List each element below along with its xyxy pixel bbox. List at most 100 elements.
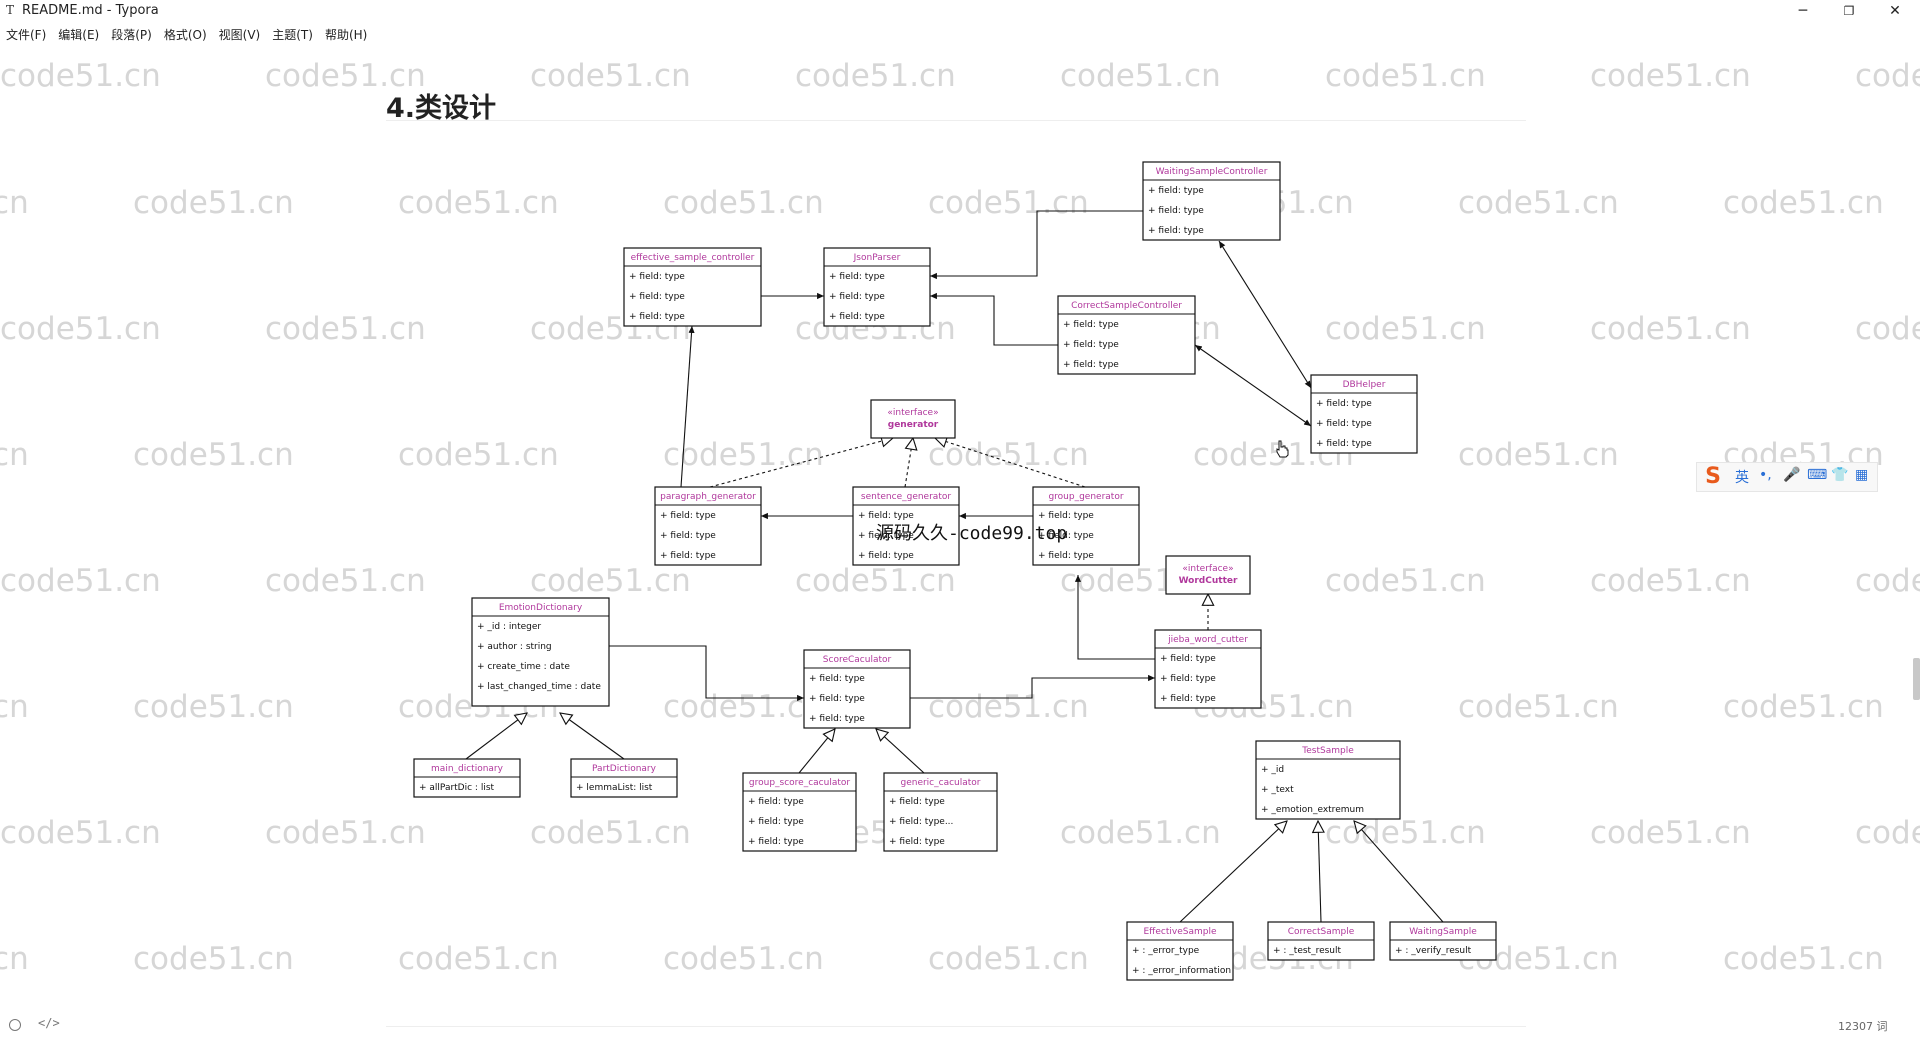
uml-nodes: WaitingSampleController + field: type + fi…: [413, 161, 1497, 981]
uml-class-field: + field: type: [889, 837, 945, 847]
uml-class-field: + field: type: [809, 674, 865, 684]
uml-class-field: + field: type: [1063, 360, 1119, 370]
ime-language-toggle[interactable]: 英: [1735, 467, 1749, 487]
uml-class-field: + field: type: [660, 551, 716, 561]
uml-class-jieba: jieba_word_cutter + field: type + field: t…: [1154, 629, 1262, 709]
uml-class-name: WaitingSample: [1409, 927, 1477, 937]
uml-association-edge: [1218, 240, 1312, 389]
uml-class-name: CorrectSample: [1288, 927, 1355, 937]
uml-class-field: + : _test_result: [1273, 946, 1342, 956]
hand-cursor-icon: [1276, 440, 1289, 458]
uml-class-name: generic_caculator: [900, 778, 980, 788]
uml-interface-generator: «interface» generator: [870, 399, 956, 439]
uml-class-field: + field: type...: [889, 817, 953, 827]
ime-skin-icon[interactable]: 👕: [1831, 467, 1848, 483]
uml-class-field: + _emotion_extremum: [1261, 805, 1364, 815]
uml-class-field: + field: type: [629, 292, 685, 302]
uml-class-name: WaitingSampleController: [1156, 167, 1268, 177]
uml-class-name: EffectiveSample: [1143, 927, 1216, 937]
uml-class-field: + _id: [1261, 765, 1284, 775]
uml-class-name: JsonParser: [853, 253, 901, 263]
uml-class-field: + field: type: [829, 272, 885, 282]
outline-toggle-icon[interactable]: [9, 1019, 21, 1031]
uml-class-correct-ctrl: CorrectSampleController + field: type + fi…: [1057, 295, 1196, 375]
uml-class-emotion-dict: EmotionDictionary + _id : integer + author…: [471, 597, 610, 707]
uml-class-waiting-ctrl: WaitingSampleController + field: type + fi…: [1142, 161, 1281, 241]
uml-association-edge: [609, 645, 804, 702]
ime-toolbox-icon[interactable]: ▦: [1855, 467, 1868, 483]
uml-class-json-parser: JsonParser + field: type + field: type + fi…: [823, 247, 931, 327]
uml-inheritance-edge: [904, 438, 913, 488]
uml-class-name: EmotionDictionary: [499, 603, 583, 613]
uml-class-score-calc: ScoreCaculator + field: type + field: type…: [803, 649, 911, 729]
uml-class-field: + field: type: [1148, 206, 1204, 216]
uml-interface-box: [870, 399, 956, 439]
uml-inheritance-edge: [876, 729, 925, 774]
uml-class-field: + create_time : date: [477, 662, 570, 672]
uml-class-name: DBHelper: [1343, 380, 1386, 390]
uml-class-field: + : _verify_result: [1395, 946, 1472, 956]
uml-class-field: + field: type: [660, 511, 716, 521]
uml-association-edge: [1074, 575, 1155, 660]
uml-inheritance-edge: [465, 713, 527, 760]
uml-class-name: CorrectSampleController: [1071, 301, 1182, 311]
uml-class-field: + field: type: [748, 837, 804, 847]
uml-association-edge: [930, 292, 1058, 346]
uml-class-field: + _id : integer: [477, 622, 541, 632]
uml-class-generic-calc: generic_caculator + field: type + field: t…: [883, 772, 998, 852]
ime-punctuation-icon[interactable]: •,: [1759, 467, 1772, 483]
uml-class-name: group_score_caculator: [749, 778, 850, 788]
uml-class-waiting-sample: WaitingSample + : _verify_result: [1389, 921, 1497, 961]
uml-class-name: effective_sample_controller: [631, 253, 755, 263]
uml-class-test-sample: TestSample + _id + _text + _emotion_extremu…: [1255, 740, 1401, 820]
uml-interface-box: [1165, 555, 1251, 595]
uml-class-field: + field: type: [748, 817, 804, 827]
uml-association-edge: [910, 674, 1155, 699]
uml-association-edge: [930, 210, 1143, 280]
uml-interface-stereotype: «interface»: [887, 408, 938, 418]
sogou-logo-icon[interactable]: S: [1699, 465, 1727, 489]
scrollbar-thumb[interactable]: [1913, 658, 1920, 700]
word-count[interactable]: 12307 词: [1838, 1018, 1888, 1034]
ime-keyboard-icon[interactable]: ⌨: [1807, 467, 1827, 483]
uml-class-name: TestSample: [1301, 746, 1354, 756]
uml-class-field: + field: type: [629, 272, 685, 282]
uml-class-field: + field: type: [1063, 320, 1119, 330]
uml-interface-name: generator: [888, 420, 939, 430]
uml-inheritance-edge: [709, 438, 893, 488]
ime-toolbar: S 英 •, 🎤 ⌨ 👕 ▦: [1696, 462, 1878, 492]
uml-class-field: + lemmaList: list: [576, 783, 653, 793]
uml-class-field: + field: type: [809, 714, 865, 724]
uml-class-name: main_dictionary: [431, 764, 504, 774]
uml-class-part-dict: PartDictionary + lemmaList: list: [570, 758, 678, 798]
uml-inheritance-edge: [1318, 821, 1321, 923]
uml-class-field: + field: type: [809, 694, 865, 704]
uml-class-field: + field: type: [1160, 694, 1216, 704]
uml-class-name: ScoreCaculator: [823, 655, 892, 665]
source-mode-toggle[interactable]: </>: [38, 1016, 60, 1030]
uml-class-field: + field: type: [1148, 186, 1204, 196]
uml-interface-stereotype: «interface»: [1182, 564, 1233, 574]
uml-class-field: + field: type: [858, 551, 914, 561]
uml-inheritance-edge: [798, 729, 835, 774]
uml-class-field: + _text: [1261, 785, 1294, 795]
uml-class-db-helper: DBHelper + field: type + field: type + fiel…: [1310, 374, 1418, 454]
uml-class-field: + field: type: [1316, 419, 1372, 429]
uml-class-field: + author : string: [477, 642, 552, 652]
uml-class-paragraph-gen: paragraph_generator + field: type + field:…: [654, 486, 762, 566]
uml-inheritance-edge: [1354, 821, 1444, 923]
uml-class-field: + field: type: [1316, 399, 1372, 409]
uml-class-field: + field: type: [629, 312, 685, 322]
uml-class-field: + field: type: [748, 797, 804, 807]
ime-voice-icon[interactable]: 🎤: [1783, 467, 1800, 483]
uml-class-field: + : _error_type: [1132, 946, 1200, 956]
uml-class-field: + field: type: [660, 531, 716, 541]
uml-class-group-score: group_score_caculator + field: type + fiel…: [742, 772, 857, 852]
uml-class-field: + field: type: [1148, 226, 1204, 236]
uml-class-field: + field: type: [1160, 654, 1216, 664]
uml-class-correct-sample: CorrectSample + : _test_result: [1267, 921, 1375, 961]
uml-class-name: sentence_generator: [861, 492, 951, 502]
uml-class-effective-sample: EffectiveSample + : _error_type + : _error…: [1126, 921, 1234, 981]
uml-inheritance-edge: [560, 713, 625, 760]
uml-class-field: + field: type: [1316, 439, 1372, 449]
